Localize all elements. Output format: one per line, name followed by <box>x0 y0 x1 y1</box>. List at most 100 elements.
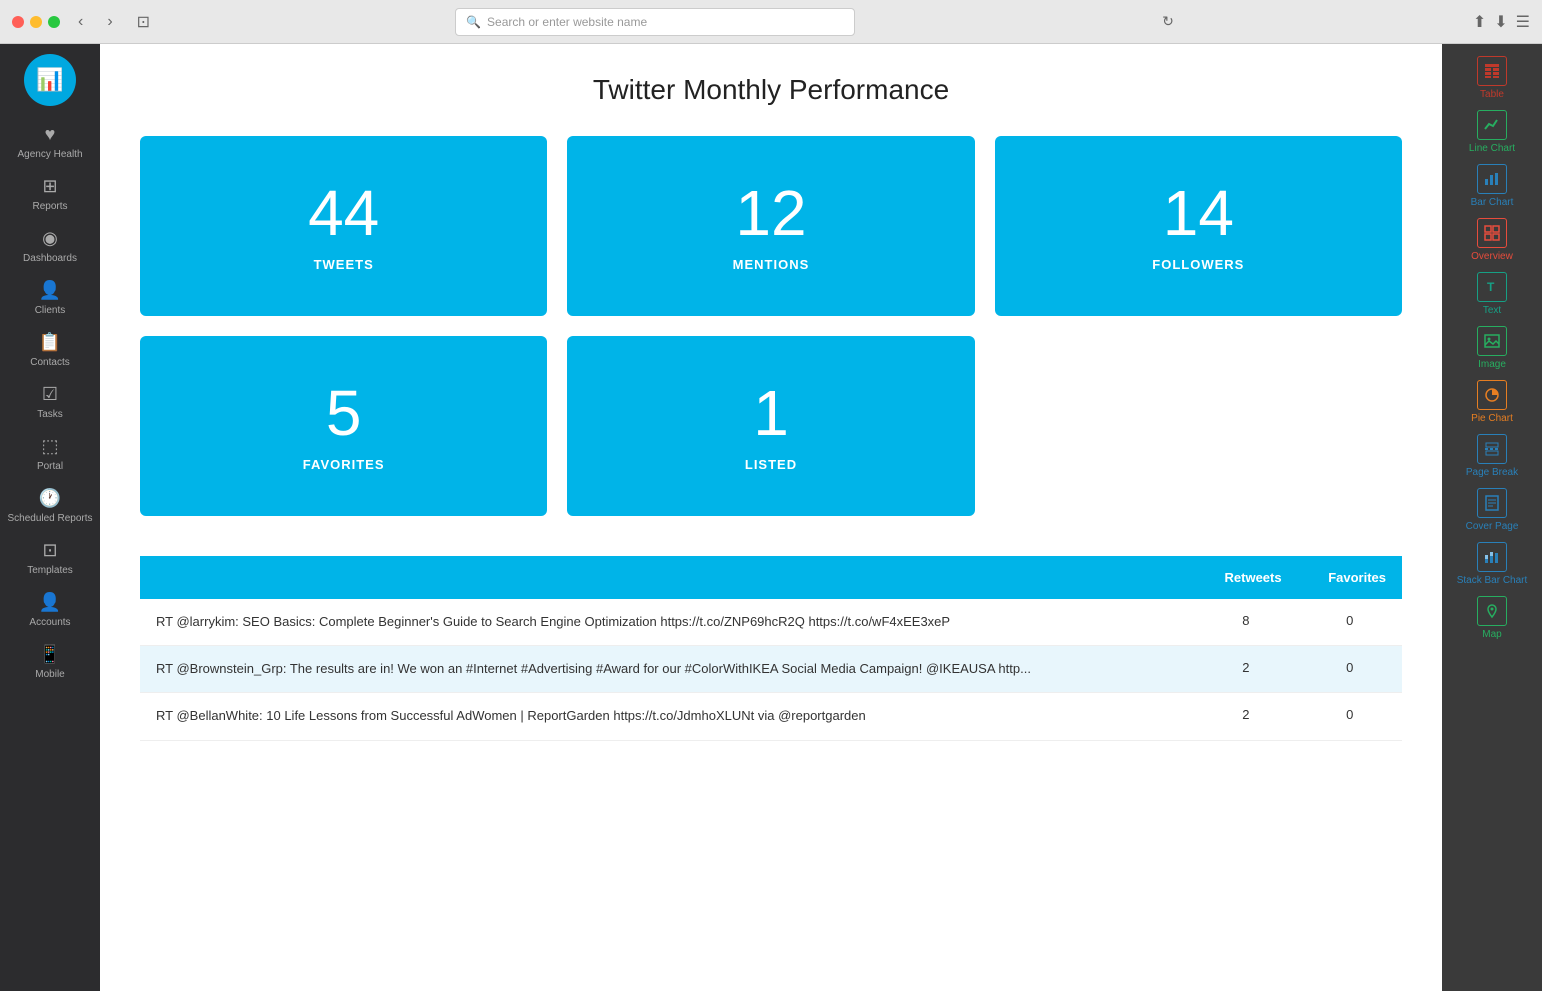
back-button[interactable]: ‹ <box>72 11 89 33</box>
mentions-number: 12 <box>735 181 806 245</box>
stats-top-row: 44 TWEETS 12 MENTIONS 14 FOLLOWERS <box>140 136 1402 316</box>
sidebar-item-contacts[interactable]: 📋 Contacts <box>0 324 100 376</box>
widget-bar-chart[interactable]: Bar Chart <box>1471 164 1514 208</box>
dashboards-icon: ◉ <box>42 228 58 249</box>
sidebar-item-dashboards[interactable]: ◉ Dashboards <box>0 220 100 272</box>
download-button[interactable]: ⬇ <box>1494 12 1507 32</box>
retweets-value: 2 <box>1194 693 1298 740</box>
widget-stack-bar-chart[interactable]: Stack Bar Chart <box>1457 542 1528 586</box>
stack-bar-chart-widget-icon <box>1477 542 1507 572</box>
pie-chart-widget-icon <box>1477 380 1507 410</box>
reports-icon: ⊞ <box>42 176 57 197</box>
minimize-button[interactable] <box>30 16 42 28</box>
address-bar[interactable]: 🔍 Search or enter website name <box>455 8 855 36</box>
main-content: Twitter Monthly Performance 44 TWEETS 12… <box>100 44 1442 991</box>
traffic-lights <box>12 16 60 28</box>
logo[interactable]: 📊 <box>24 54 76 106</box>
stat-card-tweets: 44 TWEETS <box>140 136 547 316</box>
close-button[interactable] <box>12 16 24 28</box>
stat-card-listed: 1 LISTED <box>567 336 974 516</box>
search-icon: 🔍 <box>466 15 481 29</box>
listed-number: 1 <box>753 381 789 445</box>
text-widget-icon: T <box>1477 272 1507 302</box>
address-placeholder: Search or enter website name <box>487 15 647 29</box>
mobile-icon: 📱 <box>39 644 61 665</box>
scheduled-icon: 🕐 <box>39 488 61 509</box>
sidebar-item-clients[interactable]: 👤 Clients <box>0 272 100 324</box>
sidebar-item-templates[interactable]: ⊡ Templates <box>0 532 100 584</box>
app-body: 📊 ♥ Agency Health ⊞ Reports ◉ Dashboards… <box>0 44 1542 991</box>
page-title: Twitter Monthly Performance <box>140 74 1402 106</box>
templates-icon: ⊡ <box>42 540 57 561</box>
forward-button[interactable]: › <box>101 11 118 33</box>
stat-card-empty <box>995 336 1402 516</box>
table-row: RT @Brownstein_Grp: The results are in! … <box>140 646 1402 693</box>
favorites-value: 0 <box>1298 693 1402 740</box>
tweets-label: TWEETS <box>314 257 374 272</box>
widget-overview[interactable]: Overview <box>1471 218 1513 262</box>
stat-card-favorites: 5 FAVORITES <box>140 336 547 516</box>
heart-icon: ♥ <box>45 124 56 145</box>
followers-number: 14 <box>1163 181 1234 245</box>
tweet-text: RT @BellanWhite: 10 Life Lessons from Su… <box>140 693 1194 740</box>
stat-card-followers: 14 FOLLOWERS <box>995 136 1402 316</box>
sidebar-item-agency-health[interactable]: ♥ Agency Health <box>0 116 100 168</box>
widget-image[interactable]: Image <box>1477 326 1507 370</box>
portal-icon: ⬚ <box>41 436 58 457</box>
sidebar-toggle-button[interactable]: ⊡ <box>131 10 156 34</box>
right-sidebar: Table Line Chart Bar Chart Overview T Te… <box>1442 44 1542 991</box>
listed-label: LISTED <box>745 457 797 472</box>
clients-icon: 👤 <box>39 280 61 301</box>
sidebar-item-scheduled-reports[interactable]: 🕐 Scheduled Reports <box>0 480 100 532</box>
overview-widget-icon <box>1477 218 1507 248</box>
retweets-column-header: Retweets <box>1194 556 1298 599</box>
tweets-number: 44 <box>308 181 379 245</box>
table-widget-icon <box>1477 56 1507 86</box>
left-sidebar: 📊 ♥ Agency Health ⊞ Reports ◉ Dashboards… <box>0 44 100 991</box>
table-header: Retweets Favorites <box>140 556 1402 599</box>
retweets-value: 2 <box>1194 646 1298 693</box>
table-row: RT @larrykim: SEO Basics: Complete Begin… <box>140 599 1402 646</box>
page-break-widget-icon <box>1477 434 1507 464</box>
retweets-value: 8 <box>1194 599 1298 646</box>
tweet-text: RT @larrykim: SEO Basics: Complete Begin… <box>140 599 1194 646</box>
followers-label: FOLLOWERS <box>1152 257 1244 272</box>
favorites-column-header: Favorites <box>1298 556 1402 599</box>
sidebar-right-toggle[interactable]: ☰ <box>1516 12 1530 32</box>
logo-icon: 📊 <box>36 67 63 93</box>
favorites-value: 0 <box>1298 599 1402 646</box>
browser-actions: ⬆ ⬇ ☰ <box>1473 12 1530 32</box>
browser-chrome: ‹ › ⊡ 🔍 Search or enter website name ↻ ⬆… <box>0 0 1542 44</box>
widget-text[interactable]: T Text <box>1477 272 1507 316</box>
table-body: RT @larrykim: SEO Basics: Complete Begin… <box>140 599 1402 740</box>
line-chart-widget-icon <box>1477 110 1507 140</box>
sidebar-item-accounts[interactable]: 👤 Accounts <box>0 584 100 636</box>
table-row: RT @BellanWhite: 10 Life Lessons from Su… <box>140 693 1402 740</box>
bar-chart-widget-icon <box>1477 164 1507 194</box>
sidebar-item-tasks[interactable]: ☑ Tasks <box>0 376 100 428</box>
cover-page-widget-icon <box>1477 488 1507 518</box>
favorites-value: 0 <box>1298 646 1402 693</box>
tasks-icon: ☑ <box>42 384 58 405</box>
accounts-icon: 👤 <box>39 592 61 613</box>
share-button[interactable]: ⬆ <box>1473 12 1486 32</box>
widget-line-chart[interactable]: Line Chart <box>1469 110 1515 154</box>
widget-pie-chart[interactable]: Pie Chart <box>1471 380 1513 424</box>
widget-page-break[interactable]: Page Break <box>1466 434 1518 478</box>
maximize-button[interactable] <box>48 16 60 28</box>
mentions-label: MENTIONS <box>733 257 810 272</box>
sidebar-item-mobile[interactable]: 📱 Mobile <box>0 636 100 688</box>
widget-table[interactable]: Table <box>1477 56 1507 100</box>
tweet-column-header <box>140 556 1194 599</box>
reload-button[interactable]: ↻ <box>1162 13 1174 30</box>
widget-cover-page[interactable]: Cover Page <box>1466 488 1519 532</box>
favorites-number: 5 <box>326 381 362 445</box>
svg-text:T: T <box>1487 280 1495 294</box>
sidebar-item-portal[interactable]: ⬚ Portal <box>0 428 100 480</box>
favorites-label: FAVORITES <box>303 457 385 472</box>
widget-map[interactable]: Map <box>1477 596 1507 640</box>
contacts-icon: 📋 <box>39 332 61 353</box>
tweet-text: RT @Brownstein_Grp: The results are in! … <box>140 646 1194 693</box>
sidebar-item-reports[interactable]: ⊞ Reports <box>0 168 100 220</box>
image-widget-icon <box>1477 326 1507 356</box>
